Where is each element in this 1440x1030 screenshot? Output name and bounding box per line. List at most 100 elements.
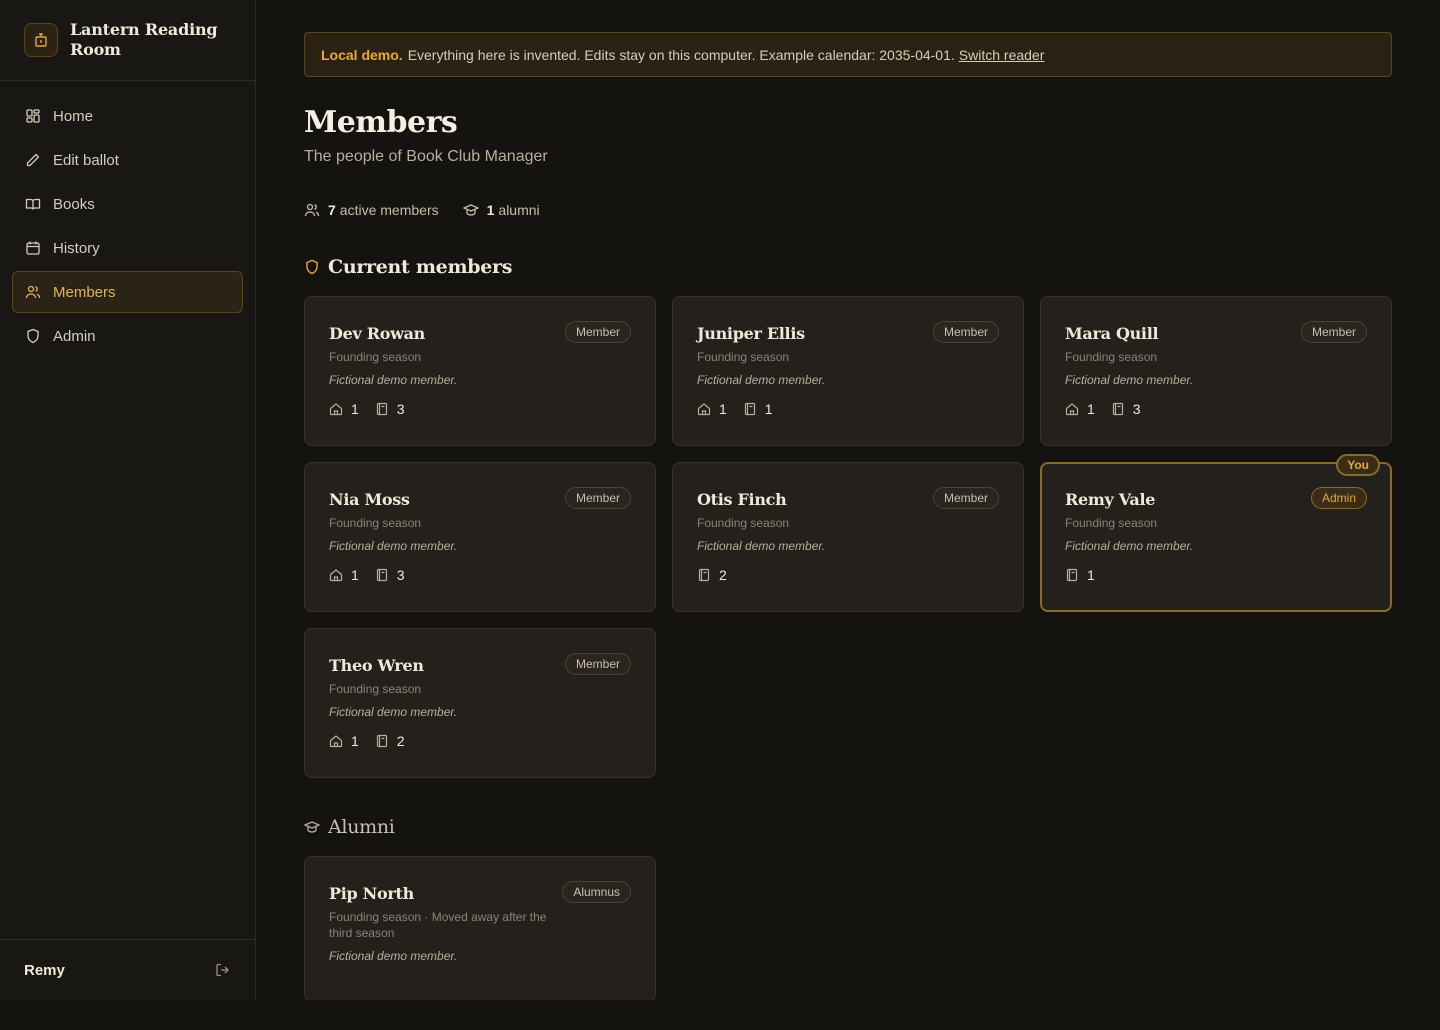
member-stats: 7 active members 1 alumni <box>304 202 1392 218</box>
member-name: Nia Moss <box>329 490 410 509</box>
logout-icon <box>216 963 229 977</box>
member-season: Founding season <box>1065 516 1158 530</box>
banner-strong: Local demo. <box>321 46 403 63</box>
books-picked-stat: 3 <box>375 567 405 583</box>
nav-item-members[interactable]: Members <box>12 271 243 313</box>
alumni-count: 1 <box>486 202 495 218</box>
member-card[interactable]: Nia Moss Member Founding season Fictional d… <box>304 462 656 612</box>
nav-item-history[interactable]: History <box>12 227 243 269</box>
book-icon <box>376 402 387 416</box>
member-name: Otis Finch <box>697 490 787 509</box>
nav-item-books[interactable]: Books <box>12 183 243 225</box>
role-badge: Member <box>1300 321 1367 343</box>
main-nav: Home Edit ballot Books History Members A… <box>0 81 255 373</box>
active-members-stat: 7 active members <box>304 202 439 218</box>
member-season: Founding season <box>697 516 790 530</box>
alumni-heading: Alumni <box>304 816 1392 838</box>
app-shell: Lantern Reading Room Home Edit ballot Bo… <box>0 0 1440 1002</box>
nav-label: Members <box>53 283 116 301</box>
member-card-stats: 13 <box>329 401 631 417</box>
hosted-count: 1 <box>719 401 727 417</box>
member-card-stats: 2 <box>697 567 999 583</box>
hosted-count-stat: 1 <box>329 567 359 583</box>
member-note: Fictional demo member. <box>697 539 826 553</box>
member-name: Mara Quill <box>1065 324 1159 343</box>
book-icon <box>698 568 710 582</box>
member-season: Founding season <box>329 350 422 364</box>
logout-button[interactable] <box>215 962 231 978</box>
lantern-logo-icon <box>24 23 58 57</box>
shield-icon <box>306 259 318 275</box>
alumni-card[interactable]: Pip North Alumnus Founding season · Moved … <box>304 856 656 1002</box>
books-picked-count: 3 <box>396 401 405 417</box>
dashboard-icon <box>26 109 40 123</box>
member-card-stats: 12 <box>329 733 631 749</box>
demo-banner: Local demo. Everything here is invented.… <box>304 32 1392 77</box>
hosted-count-stat: 1 <box>1065 401 1095 417</box>
house-icon <box>697 403 711 416</box>
member-card[interactable]: You Remy Vale Admin Founding season Fictiona… <box>1040 454 1392 612</box>
member-note: Fictional demo member. <box>329 949 458 963</box>
page-subtitle: The people of Book Club Manager <box>304 148 548 165</box>
book-icon <box>376 568 387 582</box>
book-icon <box>376 734 387 748</box>
books-picked-count: 2 <box>396 733 405 749</box>
books-picked-count: 3 <box>1132 401 1141 417</box>
books-picked-count: 1 <box>764 401 773 417</box>
brand-name: Lantern Reading Room <box>70 20 218 59</box>
member-card-stats: 11 <box>697 401 999 417</box>
member-note: Fictional demo member. <box>329 373 458 387</box>
hosted-count: 1 <box>351 567 359 583</box>
card-header: Juniper Ellis Member <box>697 321 999 343</box>
card-header: Remy Vale Admin <box>1065 487 1367 509</box>
member-note: Fictional demo member. <box>697 373 826 387</box>
hosted-count: 1 <box>351 401 359 417</box>
alumni-stat: 1 alumni <box>462 202 540 218</box>
banner-text: Everything here is invented. Edits stay … <box>407 46 955 63</box>
member-note: Fictional demo member. <box>1065 373 1194 387</box>
sidebar: Lantern Reading Room Home Edit ballot Bo… <box>0 0 256 1000</box>
role-badge: Alumnus <box>562 881 631 903</box>
open-book-icon <box>25 198 41 210</box>
house-icon <box>329 735 343 748</box>
card-header: Pip North Alumnus <box>329 881 631 903</box>
nav-label: Home <box>53 107 94 125</box>
hosted-count-stat: 1 <box>329 401 359 417</box>
member-card-stats: 13 <box>329 567 631 583</box>
alumni-grid: Pip North Alumnus Founding season · Moved … <box>304 856 1392 1002</box>
books-picked-count: 2 <box>719 567 727 583</box>
member-card[interactable]: Mara Quill Member Founding season Fictional… <box>1040 296 1392 446</box>
nav-item-admin[interactable]: Admin <box>12 315 243 357</box>
member-season: Founding season <box>1065 350 1158 364</box>
shield-icon <box>27 328 39 344</box>
role-badge: Member <box>932 321 999 343</box>
you-badge: You <box>1336 454 1380 476</box>
nav-label: Books <box>53 195 95 213</box>
books-picked-count: 1 <box>1087 567 1095 583</box>
books-picked-stat: 1 <box>1065 567 1095 583</box>
current-members-heading: Current members <box>304 256 1392 278</box>
member-card[interactable]: Otis Finch Member Founding season Fictional… <box>672 462 1024 612</box>
nav-label: Edit ballot <box>53 151 119 169</box>
books-picked-stat: 3 <box>1111 401 1141 417</box>
card-header: Mara Quill Member <box>1065 321 1367 343</box>
users-icon <box>25 285 41 299</box>
member-card[interactable]: Theo Wren Member Founding season Fictional … <box>304 628 656 778</box>
card-header: Otis Finch Member <box>697 487 999 509</box>
member-note: Fictional demo member. <box>329 705 458 719</box>
hosted-count-stat: 1 <box>697 401 727 417</box>
sidebar-footer: Remy <box>0 939 255 1000</box>
nav-item-edit-ballot[interactable]: Edit ballot <box>12 139 243 181</box>
member-card[interactable]: Dev Rowan Member Founding season Fictional … <box>304 296 656 446</box>
member-card[interactable]: Juniper Ellis Member Founding season Fictio… <box>672 296 1024 446</box>
nav-label: History <box>53 239 100 257</box>
nav-label: Admin <box>53 327 96 345</box>
house-icon <box>329 569 343 582</box>
book-icon <box>744 402 755 416</box>
role-badge: Admin <box>1310 487 1367 509</box>
member-season: Founding season · Moved away after the t… <box>329 910 547 940</box>
nav-item-home[interactable]: Home <box>12 95 243 137</box>
hosted-count: 1 <box>351 733 359 749</box>
books-picked-count: 3 <box>396 567 405 583</box>
switch-reader-link[interactable]: Switch reader <box>959 47 1045 63</box>
